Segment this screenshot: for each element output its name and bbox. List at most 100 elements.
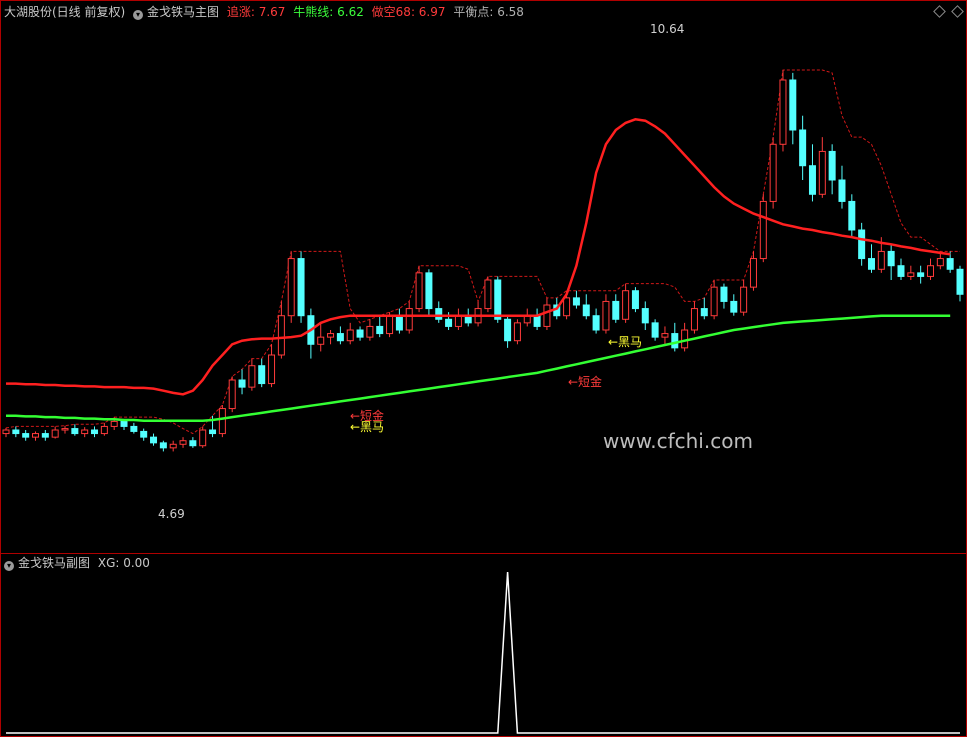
candle-body	[946, 258, 954, 270]
candle-body	[366, 325, 374, 338]
candle-body	[150, 436, 158, 444]
candle-body	[858, 229, 866, 260]
low-price-label: 4.69	[158, 507, 185, 521]
candle-body	[218, 408, 226, 435]
candle-body	[179, 440, 187, 445]
candle-body	[612, 300, 620, 320]
candle-body	[32, 433, 40, 438]
candle-body	[228, 379, 236, 410]
candle-body	[71, 428, 79, 435]
candle-body	[818, 150, 826, 195]
candle-body	[159, 442, 167, 449]
candle-body	[641, 308, 649, 324]
candle-body	[209, 429, 217, 435]
candle-body	[887, 250, 895, 267]
candle-body	[631, 290, 639, 310]
candle-body	[720, 286, 728, 302]
candle-body	[287, 258, 295, 317]
candle-body	[661, 333, 669, 338]
candle-body	[936, 258, 944, 267]
candle-body	[779, 79, 787, 145]
candle-body	[592, 315, 600, 331]
dark-horse-label-1: ←黑马	[350, 420, 384, 434]
candle-body	[51, 429, 59, 438]
dark-horse-label-2: ←黑马	[608, 335, 642, 349]
candle-body	[582, 304, 590, 317]
candle-body	[91, 429, 99, 435]
candle-body	[563, 297, 571, 317]
candle-body	[140, 430, 148, 438]
candle-body	[327, 333, 335, 338]
watermark: www.cfchi.com	[603, 429, 753, 453]
candle-body	[700, 308, 708, 317]
candle-body	[110, 420, 118, 427]
candle-body	[376, 325, 384, 335]
candle-body	[799, 129, 807, 167]
candle-body	[268, 354, 276, 385]
candle-body	[602, 300, 610, 331]
high-price-label: 10.64	[650, 22, 684, 36]
candle-body	[12, 429, 20, 435]
candle-body	[454, 315, 462, 327]
candle-body	[808, 165, 816, 195]
candle-body	[867, 258, 875, 270]
candle-body	[189, 440, 197, 447]
candle-body	[622, 290, 630, 320]
candle-body	[41, 433, 49, 438]
candle-body	[543, 304, 551, 327]
candle-body	[169, 443, 177, 449]
candle-body	[926, 265, 934, 277]
candle-body	[848, 200, 856, 231]
candle-body	[425, 272, 433, 310]
candle-body	[533, 315, 541, 327]
candle-body	[651, 322, 659, 338]
candle-body	[513, 322, 521, 342]
candle-body	[494, 279, 502, 320]
candle-body	[671, 333, 679, 349]
candle-body	[336, 333, 344, 342]
candle-body	[2, 429, 10, 435]
candle-body	[258, 365, 266, 385]
candle-body	[386, 315, 394, 335]
candle-body	[504, 318, 512, 342]
candle-body	[838, 179, 846, 202]
short-gold-label-2: ←短金	[568, 374, 602, 389]
candle-body	[749, 258, 757, 288]
candle-body	[907, 272, 915, 277]
candle-body	[130, 425, 138, 432]
candle-body	[120, 420, 128, 427]
candle-body	[828, 150, 836, 181]
candle-body	[277, 315, 285, 356]
candle-body	[297, 258, 305, 317]
candle-body	[917, 272, 925, 277]
candle-body	[100, 425, 108, 435]
candle-body	[769, 143, 777, 202]
candle-body	[435, 308, 443, 320]
candle-body	[740, 286, 748, 313]
candle-body	[395, 315, 403, 331]
candle-body	[897, 265, 905, 277]
candle-body	[789, 79, 797, 131]
candle-body	[690, 308, 698, 331]
candle-body	[445, 318, 453, 327]
candle-body	[572, 297, 580, 306]
candle-body	[730, 300, 738, 313]
short-line	[5, 69, 960, 435]
chart-canvas[interactable]: 10.64 4.69 ←短金 ←黑马 ←短金 ←黑马 www.cfchi.com	[0, 0, 967, 737]
candle-body	[346, 329, 354, 342]
candle-body	[956, 268, 964, 295]
candle-body	[681, 329, 689, 349]
chart-frame	[0, 0, 967, 737]
candle-body	[484, 279, 492, 310]
chase-line	[6, 118, 951, 396]
candle-body	[248, 365, 256, 388]
candle-body	[22, 433, 30, 438]
candle-body	[317, 336, 325, 345]
candle-body	[710, 286, 718, 317]
candle-body	[405, 308, 413, 331]
candle-body	[61, 428, 69, 431]
candle-body	[238, 379, 246, 388]
candle-body	[199, 429, 207, 447]
candle-body	[877, 250, 885, 270]
candle-body	[81, 429, 89, 435]
